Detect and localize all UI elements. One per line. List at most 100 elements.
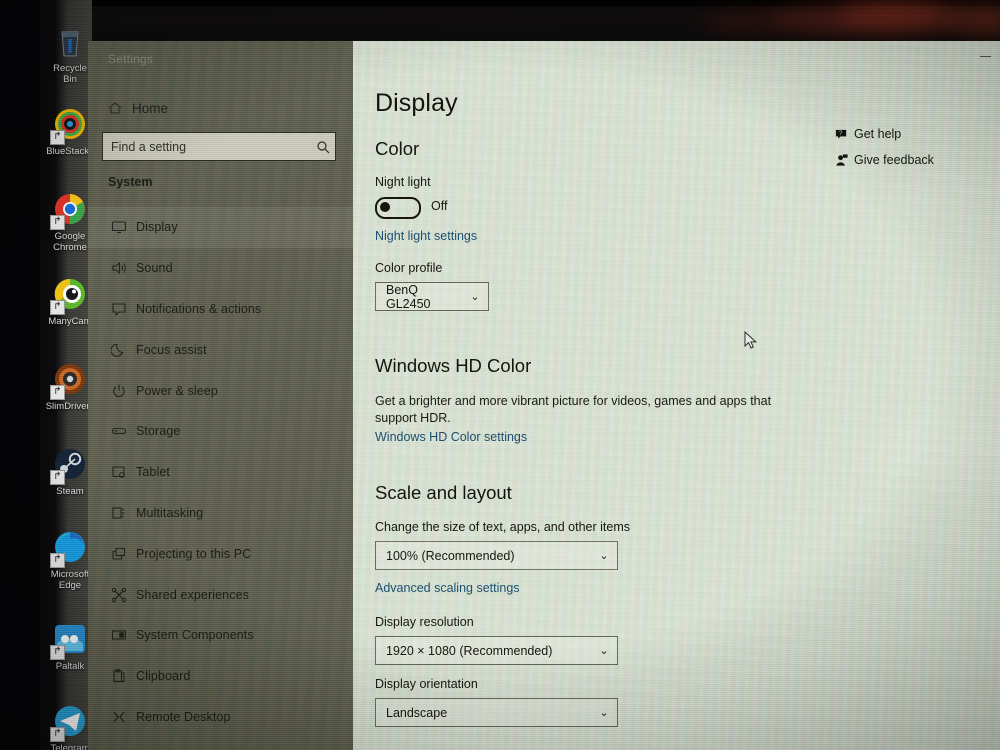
display-settings-content: Display Color Night light Off Night ligh…	[353, 41, 1000, 750]
scale-layout-heading: Scale and layout	[375, 482, 512, 503]
advanced-scaling-link[interactable]: Advanced scaling settings	[375, 581, 520, 595]
display-resolution-value: 1920 × 1080 (Recommended)	[386, 643, 553, 658]
shortcut-arrow-icon: ↱	[50, 385, 65, 400]
sidebar-item-label: Projecting to this PC	[136, 546, 252, 561]
chat-bubble-icon	[102, 301, 136, 317]
multitasking-icon	[102, 505, 136, 521]
night-light-settings-link[interactable]: Night light settings	[375, 229, 477, 243]
display-resolution-label: Display resolution	[375, 615, 474, 629]
display-orientation-dropdown[interactable]: Landscape ⌄	[375, 698, 618, 727]
sidebar-item-projecting-to-this-pc[interactable]: Projecting to this PC	[88, 533, 353, 574]
desktop-dark-edge	[0, 0, 40, 750]
sidebar-item-label: Storage	[136, 424, 181, 439]
chevron-down-icon: ⌄	[599, 550, 609, 562]
bezel-reflection	[840, 2, 960, 24]
night-light-toggle[interactable]	[375, 197, 421, 219]
search-placeholder: Find a setting	[111, 139, 187, 154]
sidebar-item-system-components[interactable]: System Components	[88, 615, 353, 656]
feedback-person-icon	[828, 153, 854, 168]
window-title: Settings	[108, 52, 153, 66]
shortcut-arrow-icon: ↱	[50, 553, 65, 568]
sidebar-item-remote-desktop[interactable]: Remote Desktop	[88, 697, 353, 738]
recycle-bin-icon	[50, 22, 90, 62]
chevron-down-icon: ⌄	[599, 645, 609, 657]
search-icon	[311, 140, 335, 154]
monitor-icon	[102, 219, 136, 235]
sidebar-item-label: Focus assist	[136, 342, 207, 357]
minimize-button[interactable]	[978, 51, 994, 61]
sidebar-item-notifications-and-actions[interactable]: Notifications & actions	[88, 289, 353, 330]
sidebar-nav: Display Sound Notifications & actions Fo…	[88, 207, 353, 737]
bluestacks-icon: ↱	[50, 105, 90, 145]
color-section-heading: Color	[375, 138, 420, 159]
telegram-icon: ↱	[50, 702, 90, 742]
color-profile-dropdown[interactable]: BenQ GL2450 ⌄	[375, 282, 489, 311]
sidebar-item-label: Multitasking	[136, 505, 204, 520]
display-orientation-label: Display orientation	[375, 677, 478, 691]
give-feedback-label: Give feedback	[854, 153, 934, 167]
text-size-label: Change the size of text, apps, and other…	[375, 520, 631, 534]
remote-desktop-icon	[102, 709, 136, 725]
manycam-icon: ↱	[50, 275, 90, 315]
text-size-value: 100% (Recommended)	[386, 548, 515, 563]
shortcut-arrow-icon: ↱	[50, 130, 65, 145]
settings-main-pane: Display Color Night light Off Night ligh…	[353, 41, 1000, 750]
sidebar-item-sound[interactable]: Sound	[88, 248, 353, 289]
sidebar-item-label: System Components	[136, 628, 254, 643]
home-icon	[98, 100, 132, 116]
get-help-link[interactable]: ? Get help	[828, 121, 978, 147]
projecting-icon	[102, 546, 136, 562]
sidebar-item-label: Shared experiences	[136, 587, 249, 602]
chevron-down-icon: ⌄	[599, 707, 609, 719]
color-profile-value: BenQ GL2450	[386, 282, 431, 311]
hd-color-heading: Windows HD Color	[375, 355, 532, 376]
google-chrome-icon: ↱	[50, 190, 90, 230]
sidebar-item-multitasking[interactable]: Multitasking	[88, 493, 353, 534]
steam-icon: ↱	[50, 445, 90, 485]
display-resolution-dropdown[interactable]: 1920 × 1080 (Recommended) ⌄	[375, 636, 618, 665]
give-feedback-link[interactable]: Give feedback	[828, 147, 978, 173]
monitor-bezel	[0, 0, 1000, 46]
sidebar-item-label: Power & sleep	[136, 383, 218, 398]
tablet-icon	[102, 464, 136, 480]
sidebar-item-label: Display	[136, 220, 178, 235]
paltalk-icon: ↱	[50, 620, 90, 660]
shortcut-arrow-icon: ↱	[50, 645, 65, 660]
settings-window: Settings Home Find a setting System Disp…	[88, 41, 1000, 750]
toggle-knob	[380, 202, 390, 212]
sidebar-item-clipboard[interactable]: Clipboard	[88, 656, 353, 697]
sidebar-item-shared-experiences[interactable]: Shared experiences	[88, 574, 353, 615]
sidebar-item-storage[interactable]: Storage	[88, 411, 353, 452]
page-title: Display	[375, 89, 458, 117]
help-bubble-icon: ?	[828, 127, 854, 142]
hd-color-settings-link[interactable]: Windows HD Color settings	[375, 430, 527, 444]
sidebar-item-display[interactable]: Display	[88, 207, 353, 248]
share-icon	[102, 587, 136, 603]
mouse-cursor	[744, 330, 758, 350]
drive-icon	[102, 423, 136, 439]
power-icon	[102, 383, 136, 399]
search-input[interactable]: Find a setting	[102, 132, 336, 161]
sidebar-item-label: Remote Desktop	[136, 709, 231, 724]
sidebar-home-label: Home	[132, 100, 169, 116]
shortcut-arrow-icon: ↱	[50, 215, 65, 230]
bezel-reflection	[950, 4, 1000, 34]
speaker-icon	[102, 260, 136, 276]
night-light-label: Night light	[375, 175, 431, 189]
get-help-label: Get help	[854, 127, 902, 141]
sidebar-item-label: Sound	[136, 261, 173, 276]
sidebar-item-label: Clipboard	[136, 669, 191, 684]
components-icon	[102, 627, 136, 643]
sidebar-item-label: Notifications & actions	[136, 301, 262, 316]
text-size-dropdown[interactable]: 100% (Recommended) ⌄	[375, 541, 618, 570]
sidebar-item-home[interactable]: Home	[98, 93, 343, 123]
shortcut-arrow-icon: ↱	[50, 470, 65, 485]
sidebar-item-tablet[interactable]: Tablet	[88, 452, 353, 493]
sidebar-item-label: Tablet	[136, 465, 170, 480]
shortcut-arrow-icon: ↱	[50, 727, 65, 742]
hd-color-description: Get a brighter and more vibrant picture …	[375, 394, 772, 425]
display-orientation-value: Landscape	[386, 705, 448, 720]
sidebar-item-focus-assist[interactable]: Focus assist	[88, 329, 353, 370]
moon-icon	[102, 342, 136, 358]
sidebar-item-power-and-sleep[interactable]: Power & sleep	[88, 370, 353, 411]
